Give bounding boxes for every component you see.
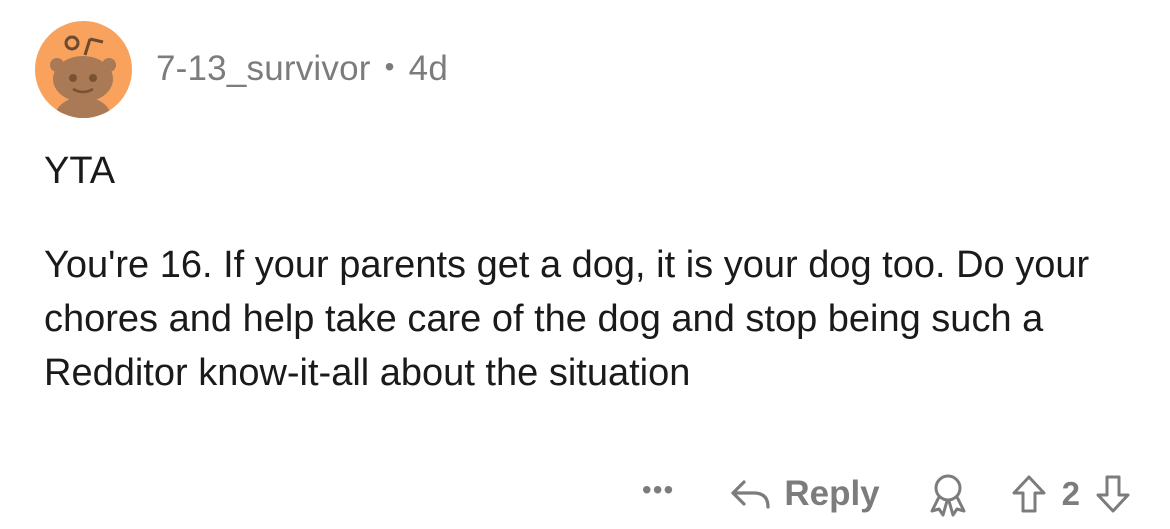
comment-verdict: YTA: [44, 150, 116, 192]
vote-count: 2: [1061, 475, 1080, 512]
comment-body: You're 16. If your parents get a dog, it…: [44, 244, 1090, 394]
comment-actions: ••• Reply 2: [642, 466, 1132, 522]
reply-arrow-icon: [728, 474, 784, 514]
snoo-avatar-icon: [50, 35, 116, 118]
comment-header: 7-13_survivor • 4d: [35, 20, 448, 118]
reply-label: Reply: [784, 474, 880, 513]
vote-controls: 2: [1010, 473, 1132, 515]
award-button[interactable]: [926, 471, 970, 517]
username[interactable]: 7-13_survivor: [156, 49, 371, 89]
award-icon: [926, 471, 970, 517]
comment-meta: 7-13_survivor • 4d: [156, 49, 448, 89]
comment-age: 4d: [408, 49, 448, 88]
meta-separator: •: [384, 51, 395, 82]
downvote-arrow-icon[interactable]: [1094, 473, 1132, 515]
more-options-button[interactable]: •••: [642, 474, 674, 506]
avatar[interactable]: [35, 20, 132, 118]
reply-button[interactable]: Reply: [728, 474, 880, 514]
upvote-arrow-icon[interactable]: [1010, 473, 1048, 515]
